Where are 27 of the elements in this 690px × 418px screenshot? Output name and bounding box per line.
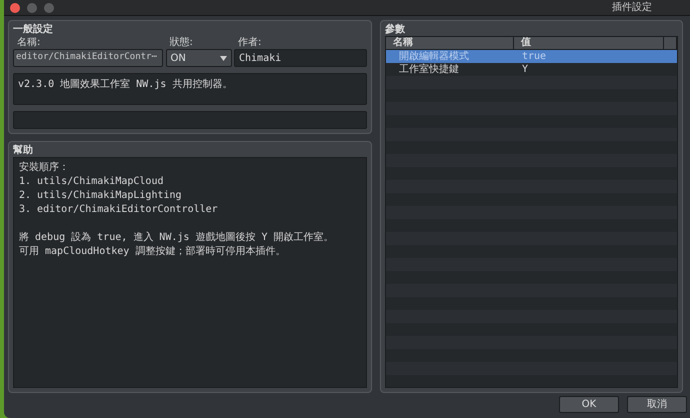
text-field[interactable] bbox=[13, 111, 367, 129]
description-field[interactable]: v2.3.0 地圖效果工作室 NW.js 共用控制器。 bbox=[13, 73, 367, 105]
name-field[interactable]: editor/ChimakiEditorContr⋯ bbox=[13, 49, 163, 67]
panel-title: 幫助 bbox=[13, 144, 33, 157]
help-line: 將 debug 設為 true, 進入 NW.js 遊戲地圖後按 Y 開啟工作室。 bbox=[19, 231, 334, 245]
field-label: 作者: bbox=[237, 37, 262, 49]
help-line: 2. utils/ChimakiMapLighting bbox=[19, 189, 182, 203]
field-label: 名稱: bbox=[16, 37, 40, 49]
dialog-button[interactable]: 取消 bbox=[627, 396, 687, 413]
zoom-button[interactable] bbox=[44, 2, 54, 12]
status-dropdown[interactable]: ON bbox=[166, 49, 232, 67]
dialog-button[interactable]: OK bbox=[559, 396, 619, 413]
panel-title: 參數 bbox=[385, 23, 405, 36]
window-title: 插件設定 bbox=[612, 0, 652, 15]
close-button[interactable] bbox=[10, 2, 20, 12]
help-line: 3. editor/ChimakiEditorController bbox=[19, 203, 218, 217]
panel-title: 一般設定 bbox=[13, 23, 53, 36]
author-field[interactable]: Chimaki bbox=[234, 49, 367, 67]
help-line: 1. utils/ChimakiMapCloud bbox=[19, 175, 164, 189]
column-header[interactable]: 值 bbox=[514, 37, 664, 49]
minimize-button[interactable] bbox=[27, 2, 37, 12]
field-label: 狀態: bbox=[168, 37, 193, 49]
table-row[interactable]: 工作室快捷鍵 Y bbox=[386, 63, 677, 76]
help-line: 安裝順序： bbox=[19, 161, 69, 175]
caret-icon bbox=[220, 56, 226, 60]
column-header[interactable]: 名稱 bbox=[386, 37, 514, 49]
help-line: 可用 mapCloudHotkey 調整按鍵；部署時可停用本插件。 bbox=[19, 245, 286, 259]
